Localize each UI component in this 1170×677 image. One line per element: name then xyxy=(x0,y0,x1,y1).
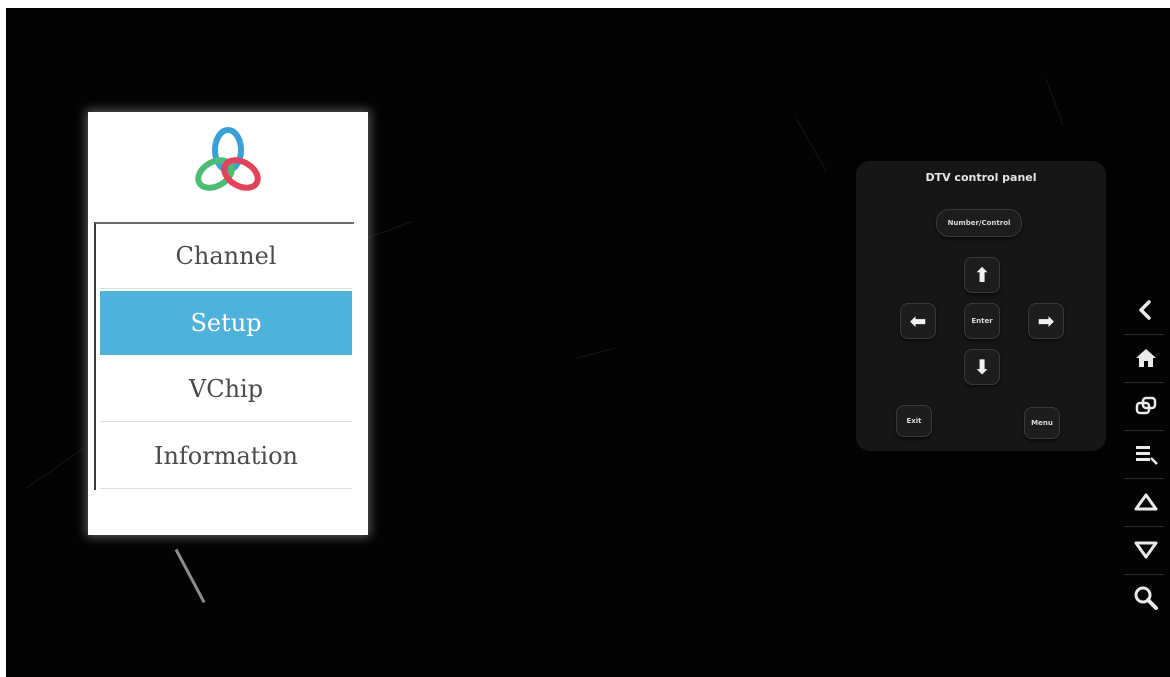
arrow-down-icon: ⬇ xyxy=(973,355,991,379)
sidebar-divider xyxy=(1124,526,1164,527)
arrow-up-icon: ⬆ xyxy=(973,263,991,287)
exit-label: Exit xyxy=(906,417,922,425)
number-control-label: Number/Control xyxy=(947,219,1011,227)
sidebar-divider xyxy=(1124,430,1164,431)
volume-up-button[interactable] xyxy=(1124,480,1168,524)
glare-streak xyxy=(174,548,206,604)
home-icon xyxy=(1136,349,1156,367)
down-button[interactable]: ⬇ xyxy=(964,349,1000,385)
recent-apps-icon xyxy=(1135,396,1157,415)
search-button[interactable] xyxy=(1124,576,1168,620)
dtv-control-panel: DTV control panel Number/Control ⬆ ⬅ Ent… xyxy=(856,161,1106,451)
menu-icon xyxy=(1136,446,1158,465)
sidebar-divider xyxy=(1124,478,1164,479)
enter-label: Enter xyxy=(971,317,993,325)
enter-button[interactable]: Enter xyxy=(964,303,1000,339)
number-control-button[interactable]: Number/Control xyxy=(936,209,1022,237)
volume-down-button[interactable] xyxy=(1124,528,1168,572)
menu-list-button[interactable] xyxy=(1124,432,1168,476)
menu-item-setup[interactable]: Setup xyxy=(100,291,352,355)
sidebar-divider xyxy=(1124,574,1164,575)
menu-label: Menu xyxy=(1031,419,1053,427)
scratch xyxy=(365,220,414,239)
volume-down-icon xyxy=(1134,541,1158,559)
back-button[interactable] xyxy=(1124,288,1168,332)
left-button[interactable]: ⬅ xyxy=(900,303,936,339)
sidebar-divider xyxy=(1124,382,1164,383)
scratch xyxy=(1045,78,1064,126)
menu-item-information[interactable]: Information xyxy=(100,424,352,489)
exit-button[interactable]: Exit xyxy=(896,405,932,437)
home-button[interactable] xyxy=(1124,336,1168,380)
volume-up-icon xyxy=(1134,493,1158,511)
arrow-right-icon: ➡ xyxy=(1037,309,1055,333)
back-icon xyxy=(1139,300,1151,320)
nav-sidebar xyxy=(1118,288,1170,628)
arrow-left-icon: ⬅ xyxy=(909,309,927,333)
scratch xyxy=(575,347,615,359)
scratch xyxy=(795,118,827,171)
up-button[interactable]: ⬆ xyxy=(964,257,1000,293)
main-menu: Channel Setup VChip Information xyxy=(88,112,368,535)
panel-title: DTV control panel xyxy=(925,171,1037,184)
app-logo-icon xyxy=(195,127,261,191)
right-button[interactable]: ➡ xyxy=(1028,303,1064,339)
recent-apps-button[interactable] xyxy=(1124,384,1168,428)
menu-item-channel[interactable]: Channel xyxy=(100,224,352,289)
tv-screen: Channel Setup VChip Information DTV cont… xyxy=(6,8,1170,677)
menu-list: Channel Setup VChip Information xyxy=(94,222,354,490)
menu-item-vchip[interactable]: VChip xyxy=(100,357,352,422)
scratch xyxy=(25,447,84,489)
sidebar-divider xyxy=(1124,334,1164,335)
menu-button[interactable]: Menu xyxy=(1024,407,1060,439)
search-icon xyxy=(1134,586,1158,610)
